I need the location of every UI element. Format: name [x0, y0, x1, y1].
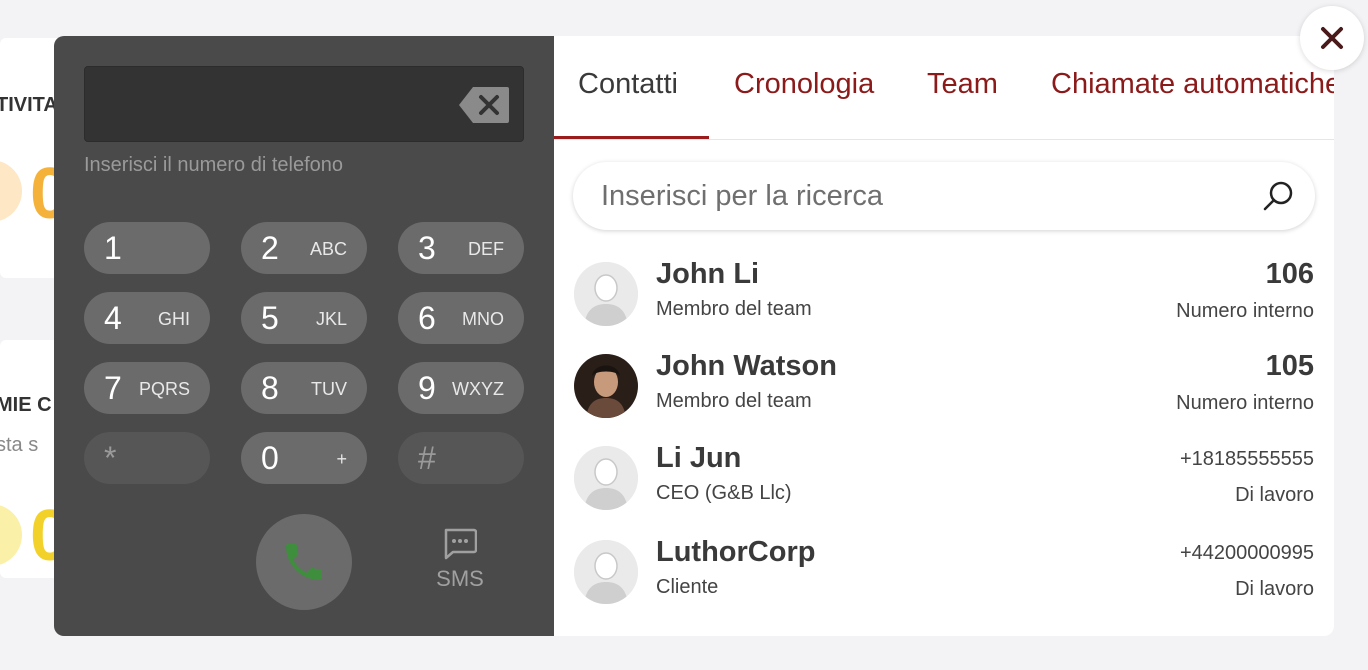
dialpad-key-8[interactable]: 8 TUV [241, 362, 367, 414]
backspace-icon[interactable] [459, 87, 509, 123]
contact-role: CEO (G&B Llc) [656, 482, 792, 504]
tab-cronologia[interactable]: Cronologia [734, 68, 874, 101]
key-letters: ABC [309, 239, 347, 259]
tab-contatti[interactable]: Contatti [578, 68, 678, 101]
background-card-title: MIE C [0, 394, 52, 416]
key-digit: 1 [104, 230, 122, 266]
background-card-subtitle: sta s [0, 434, 39, 456]
search-box [573, 162, 1315, 230]
key-digit: 7 [104, 370, 122, 406]
close-icon [1321, 27, 1343, 49]
contact-name: LuthorCorp [656, 536, 816, 568]
key-digit: 5 [261, 300, 279, 336]
active-tab-indicator [554, 136, 709, 139]
dialpad-key-5[interactable]: 5 JKL [241, 292, 367, 344]
call-button[interactable] [256, 514, 352, 610]
contact-role: Membro del team [656, 298, 812, 320]
contacts-panel: Contatti Cronologia Team Chiamate automa… [554, 36, 1334, 636]
contact-number-type: Numero interno [1176, 300, 1314, 322]
contact-role: Cliente [656, 576, 719, 598]
key-letters: MNO [462, 309, 504, 329]
contact-number: +44200000995 [1179, 542, 1314, 564]
phone-number-field[interactable] [84, 66, 524, 142]
key-letters: GHI [157, 309, 190, 329]
contact-number-type: Di lavoro [1235, 484, 1314, 506]
contact-number: 106 [1265, 258, 1314, 290]
key-digit: 6 [418, 300, 436, 336]
dialpad-key-0[interactable]: 0 + [241, 432, 367, 484]
contact-name: John Li [656, 258, 760, 290]
background-card-title: TIVITA [0, 94, 58, 116]
key-digit: 0 [261, 440, 279, 476]
contact-number: 105 [1265, 350, 1314, 382]
dialpad-key-6[interactable]: 6 MNO [398, 292, 524, 344]
key-digit: 3 [418, 230, 436, 266]
contact-name: Li Jun [656, 442, 742, 474]
contact-number-type: Numero interno [1176, 392, 1314, 414]
avatar-placeholder-icon [574, 446, 638, 510]
phone-number-hint: Inserisci il numero di telefono [84, 154, 344, 176]
key-letters: TUV [311, 379, 347, 399]
key-digit: 4 [104, 300, 122, 336]
contact-number: +18185555555 [1179, 448, 1314, 470]
dialpad-key-9[interactable]: 9 WXYZ [398, 362, 524, 414]
contact-number-type: Di lavoro [1235, 578, 1314, 600]
contact-row[interactable]: Li Jun CEO (G&B Llc) +18185555555 Di lav… [554, 432, 1334, 524]
tab-chiamate-automatiche[interactable]: Chiamate automatiche [1051, 68, 1334, 101]
avatar-placeholder-icon [574, 540, 638, 604]
dialer-panel: Inserisci il numero di telefono 1 2 ABC … [54, 36, 554, 636]
dialpad-key-7[interactable]: 7 PQRS [84, 362, 210, 414]
message-icon [444, 528, 477, 560]
sms-label: SMS [436, 566, 484, 591]
tab-bar: Contatti Cronologia Team Chiamate automa… [554, 36, 1334, 140]
key-letters: WXYZ [452, 379, 504, 399]
key-digit: 8 [261, 370, 279, 406]
sms-button[interactable]: SMS [424, 528, 496, 598]
close-button[interactable] [1300, 6, 1364, 70]
dialpad-key-2[interactable]: 2 ABC [241, 222, 367, 274]
dialpad-key-hash[interactable]: # [398, 432, 524, 484]
contact-row[interactable]: LuthorCorp Cliente +44200000995 Di lavor… [554, 526, 1334, 618]
search-input[interactable] [601, 178, 1221, 214]
avatar-placeholder-icon [574, 262, 638, 326]
key-digit: 2 [261, 230, 279, 266]
search-icon[interactable] [1261, 179, 1295, 213]
contact-row[interactable]: John Watson Membro del team 105 Numero i… [554, 340, 1334, 432]
contact-row[interactable]: John Li Membro del team 106 Numero inter… [554, 248, 1334, 340]
key-letters: PQRS [138, 379, 190, 399]
key-digit: # [418, 440, 436, 476]
contact-name: John Watson [656, 350, 837, 382]
key-digit: * [104, 440, 117, 476]
key-digit: 9 [418, 370, 436, 406]
dialpad-key-star[interactable]: * [84, 432, 210, 484]
key-letters: JKL [315, 309, 347, 329]
key-letters: DEF [468, 239, 504, 259]
tab-team[interactable]: Team [927, 68, 998, 101]
key-letters: + [336, 449, 347, 469]
dialpad-key-3[interactable]: 3 DEF [398, 222, 524, 274]
contact-role: Membro del team [656, 390, 812, 412]
avatar-photo [574, 354, 638, 418]
phone-icon [286, 544, 322, 580]
dialpad-key-4[interactable]: 4 GHI [84, 292, 210, 344]
dialpad-key-1[interactable]: 1 [84, 222, 210, 274]
